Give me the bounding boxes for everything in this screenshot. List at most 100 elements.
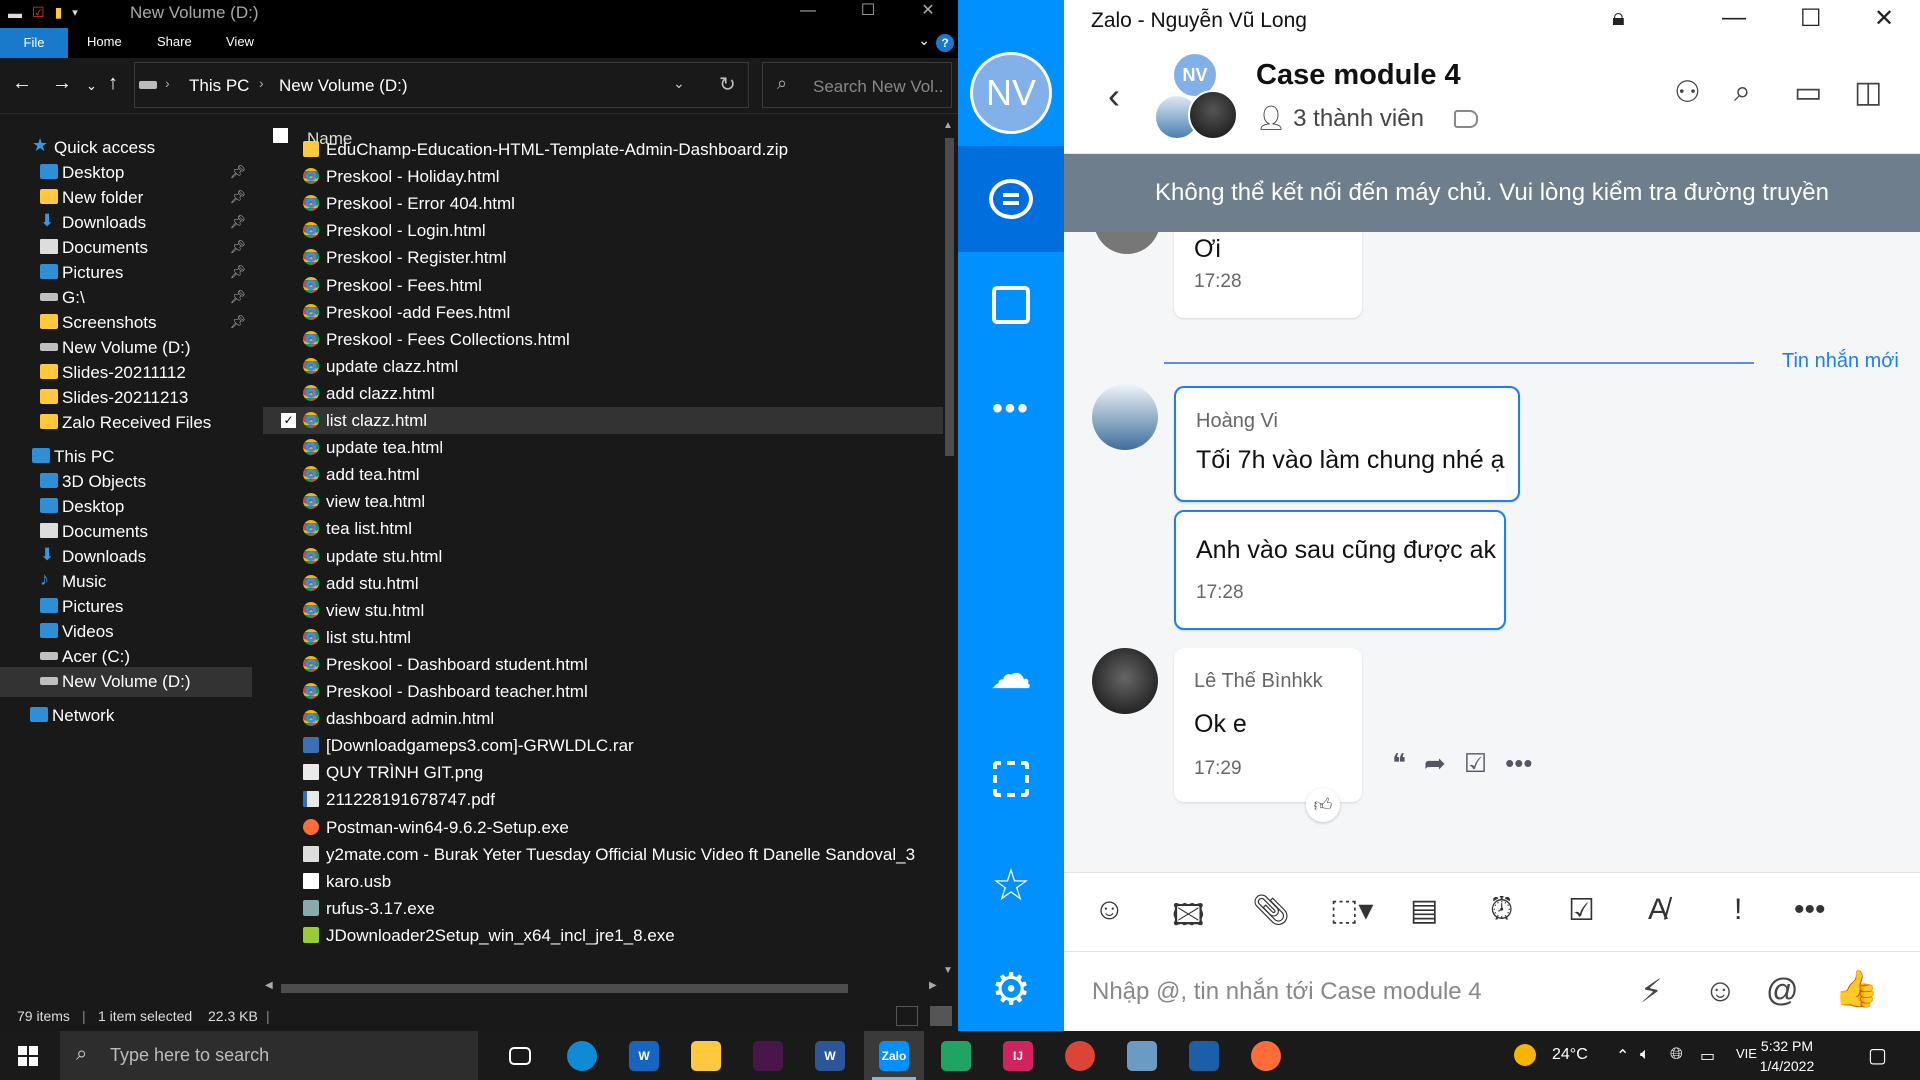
breadcrumb-this-pc[interactable]: This PC — [189, 76, 249, 96]
properties-icon[interactable]: ☑ — [32, 4, 45, 21]
attachment-icon[interactable]: 📎︎ — [1252, 893, 1290, 928]
sidebar-item-settings[interactable]: ⚙ — [958, 936, 1064, 1042]
minimize-button[interactable]: — — [1722, 4, 1746, 32]
customize-toolbar-icon[interactable]: ▾ — [72, 6, 78, 19]
sidebar-item-cloud[interactable]: ☁ — [958, 620, 1064, 726]
table-row[interactable]: dashboard admin.html — [263, 705, 943, 732]
help-button[interactable]: ? — [936, 34, 954, 52]
taskbar-app-google-drive[interactable] — [926, 1031, 986, 1080]
image-icon[interactable]: 🖾︎ — [1172, 893, 1205, 944]
table-row[interactable]: update tea.html — [263, 434, 943, 461]
taskbar-app-edge[interactable] — [552, 1031, 612, 1080]
forward-icon[interactable]: ➦ — [1424, 748, 1446, 779]
message-input[interactable]: Nhập @, tin nhắn tới Case module 4 ⚡︎ ☺ … — [1064, 952, 1920, 1031]
table-row[interactable]: Preskool - Register.html — [263, 244, 943, 271]
tab-file[interactable]: File — [0, 28, 68, 58]
close-button[interactable]: ✕ — [1874, 4, 1894, 33]
search-icon[interactable]: ⌕ — [1734, 75, 1751, 109]
sticker-icon[interactable]: ☺ — [1094, 893, 1125, 927]
table-row[interactable]: ✓ list clazz.html — [263, 407, 943, 434]
taskbar-app-zalo[interactable]: Zalo — [864, 1031, 924, 1080]
table-row[interactable]: view tea.html — [263, 488, 943, 515]
table-row[interactable]: Preskool -add Fees.html — [263, 299, 943, 326]
table-row[interactable]: update stu.html — [263, 543, 943, 570]
taskbar-app-slack[interactable] — [738, 1031, 798, 1080]
taskbar-app-wireshark[interactable] — [1174, 1031, 1234, 1080]
vertical-scrollbar[interactable]: ▲ ▼ — [943, 120, 955, 980]
table-row[interactable]: Preskool - Login.html — [263, 217, 943, 244]
video-call-icon[interactable]: ▭ — [1794, 75, 1822, 110]
minimize-button[interactable]: — — [778, 0, 838, 28]
quick-message-icon[interactable]: ⚡︎ — [1640, 972, 1662, 1010]
sidebar-item-network[interactable]: Network — [0, 701, 252, 731]
network-globe-icon[interactable]: 🌐︎ — [1670, 1046, 1683, 1064]
message-bubble[interactable]: Ơi 17:28 — [1174, 232, 1362, 318]
scroll-right-icon[interactable]: ▶ — [929, 980, 937, 991]
thumbs-up-send-icon[interactable]: 👍 — [1834, 968, 1879, 1010]
taskbar-app-wps[interactable]: W — [614, 1031, 674, 1080]
sidebar-item-zalo-received-files[interactable]: Zalo Received Files — [0, 408, 252, 438]
taskbar-app-task-view[interactable] — [490, 1031, 550, 1080]
weather-icon[interactable] — [1514, 1044, 1536, 1066]
row-checkbox[interactable]: ✓ — [281, 413, 296, 428]
address-bar[interactable]: › This PC › New Volume (D:) ⌄ ↻ — [134, 62, 749, 108]
avatar[interactable]: NV — [970, 52, 1052, 134]
chevron-up-icon[interactable]: ⌃ — [1616, 1046, 1629, 1066]
table-row[interactable]: Postman-win64-9.6.2-Setup.exe — [263, 814, 943, 841]
sidebar-item-messages[interactable] — [958, 146, 1064, 252]
sidebar-toggle-icon[interactable]: ◫ — [1854, 75, 1882, 110]
sidebar-item-new-volume-d[interactable]: New Volume (D:) — [0, 667, 252, 697]
create-task-icon[interactable]: ☑ — [1464, 748, 1487, 779]
forward-button[interactable]: → — [52, 72, 72, 95]
table-row[interactable]: Preskool - Dashboard student.html — [263, 651, 943, 678]
table-row[interactable]: 211228191678747.pdf — [263, 786, 943, 813]
table-row[interactable]: rufus-3.17.exe — [263, 895, 943, 922]
add-member-icon[interactable]: ⚇ — [1674, 75, 1701, 110]
table-row[interactable]: y2mate.com - Burak Yeter Tuesday Officia… — [263, 841, 943, 868]
sidebar-item-screenshot[interactable] — [958, 726, 1064, 832]
table-row[interactable]: Preskool - Fees.html — [263, 272, 943, 299]
taskbar-app-postman[interactable] — [1236, 1031, 1296, 1080]
sidebar-item-more[interactable]: ••• — [958, 356, 1064, 462]
table-row[interactable]: Preskool - Error 404.html — [263, 190, 943, 217]
breadcrumb-new-volume[interactable]: New Volume (D:) — [279, 76, 407, 96]
table-row[interactable]: add clazz.html — [263, 380, 943, 407]
table-row[interactable]: JDownloader2Setup_win_x64_incl_jre1_8.ex… — [263, 922, 943, 949]
message-bubble[interactable]: Anh vào sau cũng được ak 17:28 — [1174, 510, 1506, 630]
taskbar-app-notepad[interactable] — [1112, 1031, 1172, 1080]
search-input[interactable]: ⌕ Search New Vol... — [762, 62, 952, 108]
contact-card-icon[interactable]: ▤ — [1410, 893, 1438, 928]
table-row[interactable]: QUY TRÌNH GIT.png — [263, 759, 943, 786]
more-dots-icon[interactable]: ••• — [1794, 893, 1826, 927]
back-button[interactable]: ← — [12, 72, 32, 95]
screenshot-icon[interactable]: ⬚▾ — [1330, 893, 1373, 928]
urgent-icon[interactable]: ! — [1734, 893, 1742, 927]
weather-temperature[interactable]: 24°C — [1552, 1046, 1588, 1064]
taskbar-app-word[interactable]: W — [800, 1031, 860, 1080]
start-button[interactable] — [18, 1046, 38, 1066]
table-row[interactable]: karo.usb — [263, 868, 943, 895]
table-row[interactable]: EduChamp-Education-HTML-Template-Admin-D… — [263, 136, 943, 163]
maximize-button[interactable]: ☐ — [1800, 4, 1822, 33]
new-folder-icon[interactable]: ▮ — [55, 4, 63, 21]
drive-icon[interactable]: ▬ — [8, 5, 22, 21]
table-row[interactable]: update clazz.html — [263, 353, 943, 380]
more-dots-icon[interactable]: ••• — [1505, 748, 1532, 779]
table-row[interactable]: list stu.html — [263, 624, 943, 651]
notifications-icon[interactable]: ▢ — [1868, 1043, 1887, 1068]
table-row[interactable]: view stu.html — [263, 597, 943, 624]
thumbs-up-reaction-icon[interactable]: 👍︎ — [1306, 788, 1340, 822]
scrollbar-thumb[interactable] — [281, 984, 848, 993]
avatar[interactable] — [1092, 384, 1158, 450]
close-button[interactable]: ✕ — [898, 0, 958, 28]
up-button[interactable]: ↑ — [108, 72, 118, 95]
member-count[interactable]: 👤︎ 3 thành viên — [1256, 104, 1424, 133]
taskbar-app-intellij[interactable]: IJ — [988, 1031, 1048, 1080]
reminder-clock-icon[interactable]: ⏰︎ — [1490, 893, 1513, 927]
taskbar-app-chrome[interactable] — [1050, 1031, 1110, 1080]
table-row[interactable]: Preskool - Dashboard teacher.html — [263, 678, 943, 705]
back-arrow-icon[interactable]: ‹ — [1108, 75, 1120, 117]
taskbar-clock[interactable]: 5:32 PM 1/4/2022 — [1752, 1036, 1822, 1076]
table-row[interactable]: add tea.html — [263, 461, 943, 488]
task-icon[interactable]: ☑ — [1568, 893, 1595, 928]
